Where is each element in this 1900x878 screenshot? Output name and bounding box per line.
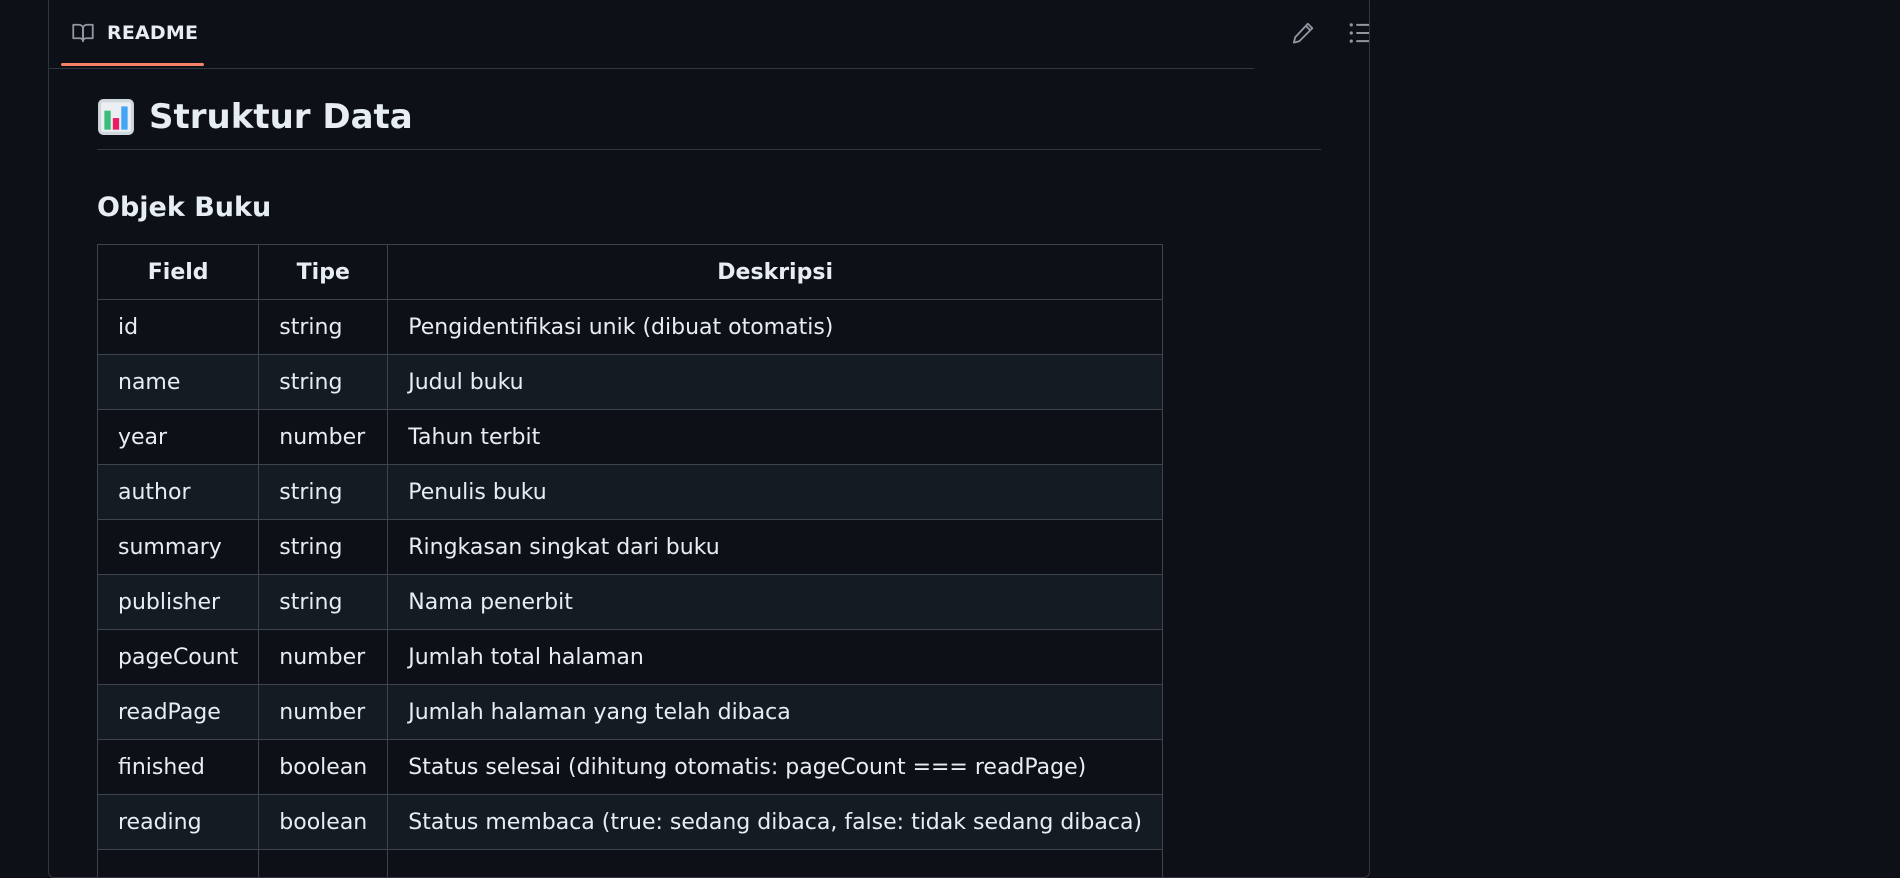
cell-type: string	[259, 575, 388, 630]
table-row: name string Judul buku	[98, 355, 1163, 410]
cell-type: number	[259, 630, 388, 685]
table-row: publisher string Nama penerbit	[98, 575, 1163, 630]
tab-readme-label: README	[107, 22, 198, 44]
outline-button[interactable]	[1343, 15, 1370, 51]
column-header-description: Deskripsi	[388, 245, 1163, 300]
active-tab-indicator	[61, 63, 204, 66]
cell-field: readPage	[98, 685, 259, 740]
column-header-field: Field	[98, 245, 259, 300]
edit-file-button[interactable]	[1285, 15, 1321, 51]
cell-description: Penulis buku	[388, 465, 1163, 520]
cell-field: reading	[98, 795, 259, 850]
tab-readme[interactable]: README	[61, 1, 208, 65]
column-header-type: Tipe	[259, 245, 388, 300]
readme-header: README	[49, 0, 1369, 69]
cell-description	[388, 850, 1163, 878]
cell-field	[98, 850, 259, 878]
cell-field: finished	[98, 740, 259, 795]
table-row: pageCount number Jumlah total halaman	[98, 630, 1163, 685]
cell-description: Ringkasan singkat dari buku	[388, 520, 1163, 575]
cell-description: Nama penerbit	[388, 575, 1163, 630]
pencil-icon	[1291, 21, 1315, 45]
cell-description: Jumlah total halaman	[388, 630, 1163, 685]
cell-type	[259, 850, 388, 878]
table-row: readPage number Jumlah halaman yang tela…	[98, 685, 1163, 740]
cell-description: Pengidentifikasi unik (dibuat otomatis)	[388, 300, 1163, 355]
table-row: id string Pengidentifikasi unik (dibuat …	[98, 300, 1163, 355]
cell-field: pageCount	[98, 630, 259, 685]
header-divider	[49, 68, 1254, 69]
cell-type: boolean	[259, 795, 388, 850]
cell-description: Status selesai (dihitung otomatis: pageC…	[388, 740, 1163, 795]
cell-type: number	[259, 410, 388, 465]
data-structure-table: Field Tipe Deskripsi id string Pengident…	[97, 244, 1163, 878]
table-row: reading boolean Status membaca (true: se…	[98, 795, 1163, 850]
subsection-heading: Objek Buku	[97, 186, 1321, 230]
table-row: summary string Ringkasan singkat dari bu…	[98, 520, 1163, 575]
cell-description: Judul buku	[388, 355, 1163, 410]
cell-description: Tahun terbit	[388, 410, 1163, 465]
page-title: Struktur Data	[149, 97, 413, 137]
cell-field: id	[98, 300, 259, 355]
book-icon	[71, 21, 95, 45]
cell-type: string	[259, 355, 388, 410]
section-heading: Struktur Data	[97, 85, 1321, 150]
cell-description: Status membaca (true: sedang dibaca, fal…	[388, 795, 1163, 850]
cell-field: name	[98, 355, 259, 410]
list-unordered-icon	[1348, 20, 1370, 46]
cell-field: year	[98, 410, 259, 465]
cell-type: string	[259, 300, 388, 355]
table-row: finished boolean Status selesai (dihitun…	[98, 740, 1163, 795]
table-header-row: Field Tipe Deskripsi	[98, 245, 1163, 300]
table-row: author string Penulis buku	[98, 465, 1163, 520]
cell-field: summary	[98, 520, 259, 575]
table-row	[98, 850, 1163, 878]
readme-panel: README	[48, 0, 1370, 878]
cell-type: string	[259, 465, 388, 520]
cell-type: string	[259, 520, 388, 575]
cell-type: boolean	[259, 740, 388, 795]
cell-description: Jumlah halaman yang telah dibaca	[388, 685, 1163, 740]
cell-field: publisher	[98, 575, 259, 630]
cell-type: number	[259, 685, 388, 740]
readme-content: Struktur Data Objek Buku Field Tipe Desk…	[97, 85, 1321, 878]
bar-chart-emoji-icon	[97, 98, 135, 136]
table-row: year number Tahun terbit	[98, 410, 1163, 465]
cell-field: author	[98, 465, 259, 520]
